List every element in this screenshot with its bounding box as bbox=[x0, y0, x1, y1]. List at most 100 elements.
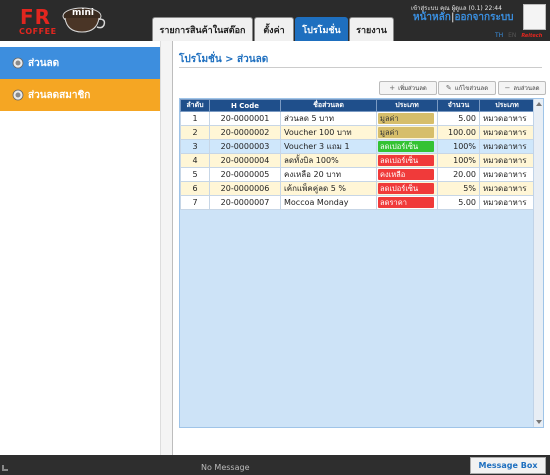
status-message: No Message bbox=[201, 463, 250, 472]
sidebar-item-member-discount[interactable]: ส่วนลดสมาชิก bbox=[0, 79, 160, 111]
status-bar: No Message Message Box bbox=[0, 455, 550, 475]
scroll-up-icon[interactable] bbox=[536, 102, 542, 106]
cell-type: ลดเปอร์เซ็น bbox=[376, 181, 438, 196]
app-header: FR COFFEE mini รายการสินค้าในสต๊อก ตั้งค… bbox=[0, 0, 550, 41]
cell-name: ลดทั้งบิล 100% bbox=[280, 153, 377, 168]
cell-amount: 20.00 bbox=[437, 167, 480, 182]
cell-name: ส่วนลด 5 บาท bbox=[280, 111, 377, 126]
table-row[interactable]: 6 20-0000006 เค้กแพ็คคู่ลด 5 % ลดเปอร์เซ… bbox=[180, 181, 535, 196]
column-header-amount[interactable]: จำนวน bbox=[437, 99, 480, 112]
type-badge: มูลค่า bbox=[378, 127, 434, 138]
type-badge: ลดราคา bbox=[378, 197, 434, 208]
cell-amount: 100% bbox=[437, 153, 480, 168]
cell-amount: 100% bbox=[437, 139, 480, 154]
type-badge: คงเหลือ bbox=[378, 169, 434, 180]
cell-amount: 5% bbox=[437, 181, 480, 196]
header-links: หน้าหลัก|ออกจากระบบ bbox=[413, 10, 514, 25]
logo-text: FR bbox=[20, 5, 52, 29]
cell-amount: 5.00 bbox=[437, 111, 480, 126]
plus-icon: + bbox=[389, 84, 396, 92]
cell-type: คงเหลือ bbox=[376, 167, 438, 182]
type-badge: มูลค่า bbox=[378, 113, 434, 124]
cell-code: 20-0000001 bbox=[209, 111, 281, 126]
sidebar-item-label: ส่วนลดสมาชิก bbox=[28, 89, 91, 101]
logout-link[interactable]: ออกจากระบบ bbox=[454, 12, 513, 23]
table-row[interactable]: 3 20-0000003 Voucher 3 แถม 1 ลดเปอร์เซ็น… bbox=[180, 139, 535, 154]
main-content: โปรโมชั่น > ส่วนลด + เพิ่มส่วนลด ✎ แก้ไขส่… bbox=[173, 41, 550, 455]
cell-type: ลดเปอร์เซ็น bbox=[376, 153, 438, 168]
cell-code: 20-0000002 bbox=[209, 125, 281, 140]
type-badge: ลดเปอร์เซ็น bbox=[378, 141, 434, 152]
cell-category: หมวดอาหาร bbox=[479, 125, 535, 140]
logo-subtext: COFFEE bbox=[19, 27, 57, 36]
sidebar-item-label: ส่วนลด bbox=[28, 57, 60, 69]
cell-no: 4 bbox=[180, 153, 210, 168]
type-badge: ลดเปอร์เซ็น bbox=[378, 183, 434, 194]
column-header-type[interactable]: ประเภท bbox=[376, 99, 438, 112]
cell-code: 20-0000005 bbox=[209, 167, 281, 182]
cell-amount: 5.00 bbox=[437, 195, 480, 210]
grid-scrollbar[interactable] bbox=[533, 99, 543, 427]
cell-no: 6 bbox=[180, 181, 210, 196]
brand-mark: Reitech bbox=[521, 33, 543, 39]
column-header-code[interactable]: H Code bbox=[209, 99, 281, 112]
lang-th-link[interactable]: TH bbox=[495, 32, 503, 39]
cell-category: หมวดอาหาร bbox=[479, 181, 535, 196]
cell-category: หมวดอาหาร bbox=[479, 139, 535, 154]
cell-no: 5 bbox=[180, 167, 210, 182]
table-row[interactable]: 5 20-0000005 คงเหลือ 20 บาท คงเหลือ 20.0… bbox=[180, 167, 535, 182]
tab-settings[interactable]: ตั้งค่า bbox=[254, 17, 294, 41]
cell-name: เค้กแพ็คคู่ลด 5 % bbox=[280, 181, 377, 196]
home-link[interactable]: หน้าหลัก bbox=[413, 12, 451, 23]
table-row[interactable]: 4 20-0000004 ลดทั้งบิล 100% ลดเปอร์เซ็น … bbox=[180, 153, 535, 168]
avatar[interactable] bbox=[523, 4, 546, 30]
column-header-category[interactable]: ประเภท bbox=[479, 99, 535, 112]
tab-report[interactable]: รายงาน bbox=[349, 17, 394, 41]
table-header-row: ลำดับ H Code ชื่อส่วนลด ประเภท จำนวน ประ… bbox=[180, 99, 535, 112]
breadcrumb-divider bbox=[179, 67, 542, 68]
discount-table: ลำดับ H Code ชื่อส่วนลด ประเภท จำนวน ประ… bbox=[180, 99, 535, 210]
add-discount-label: เพิ่มส่วนลด bbox=[398, 85, 427, 92]
lang-en-link[interactable]: EN bbox=[508, 32, 516, 39]
discount-grid: ลำดับ H Code ชื่อส่วนลด ประเภท จำนวน ประ… bbox=[179, 98, 544, 428]
cell-code: 20-0000004 bbox=[209, 153, 281, 168]
resize-grip-icon[interactable] bbox=[2, 465, 8, 471]
member-discount-icon bbox=[12, 89, 24, 101]
cell-name: Voucher 100 บาท bbox=[280, 125, 377, 140]
language-switch: TH EN Reitech bbox=[495, 32, 542, 39]
app-logo[interactable]: FR COFFEE mini bbox=[14, 3, 124, 39]
add-discount-button[interactable]: + เพิ่มส่วนลด bbox=[379, 81, 437, 95]
cell-no: 1 bbox=[180, 111, 210, 126]
message-box-button[interactable]: Message Box bbox=[470, 457, 546, 474]
sidebar-scrollbar[interactable] bbox=[160, 41, 172, 455]
cell-type: มูลค่า bbox=[376, 125, 438, 140]
tab-stock[interactable]: รายการสินค้าในสต๊อก bbox=[152, 17, 253, 41]
cell-type: ลดราคา bbox=[376, 195, 438, 210]
cell-category: หมวดอาหาร bbox=[479, 153, 535, 168]
cell-code: 20-0000007 bbox=[209, 195, 281, 210]
cell-code: 20-0000003 bbox=[209, 139, 281, 154]
cell-name: Moccoa Monday bbox=[280, 195, 377, 210]
table-row[interactable]: 2 20-0000002 Voucher 100 บาท มูลค่า 100.… bbox=[180, 125, 535, 140]
table-row[interactable]: 1 20-0000001 ส่วนลด 5 บาท มูลค่า 5.00 หม… bbox=[180, 111, 535, 126]
cell-no: 7 bbox=[180, 195, 210, 210]
delete-discount-label: ลบส่วนลด bbox=[513, 85, 540, 92]
edit-discount-label: แก้ไขส่วนลด bbox=[454, 85, 489, 92]
column-header-name[interactable]: ชื่อส่วนลด bbox=[280, 99, 377, 112]
cell-no: 2 bbox=[180, 125, 210, 140]
discount-coin-icon bbox=[12, 57, 24, 69]
scroll-down-icon[interactable] bbox=[536, 420, 542, 424]
delete-discount-button[interactable]: − ลบส่วนลด bbox=[498, 81, 546, 95]
sidebar-item-discount[interactable]: ส่วนลด bbox=[0, 47, 160, 79]
breadcrumb: โปรโมชั่น > ส่วนลด bbox=[179, 54, 269, 65]
pencil-icon: ✎ bbox=[445, 84, 452, 92]
tab-promotion[interactable]: โปรโมชั่น bbox=[295, 17, 348, 41]
logo-mini-label: mini bbox=[72, 8, 94, 18]
edit-discount-button[interactable]: ✎ แก้ไขส่วนลด bbox=[438, 81, 496, 95]
cell-category: หมวดอาหาร bbox=[479, 111, 535, 126]
cell-category: หมวดอาหาร bbox=[479, 167, 535, 182]
table-row[interactable]: 7 20-0000007 Moccoa Monday ลดราคา 5.00 ห… bbox=[180, 195, 535, 210]
sidebar: ส่วนลด ส่วนลดสมาชิก bbox=[0, 41, 173, 455]
column-header-no[interactable]: ลำดับ bbox=[180, 99, 210, 112]
type-badge: ลดเปอร์เซ็น bbox=[378, 155, 434, 166]
